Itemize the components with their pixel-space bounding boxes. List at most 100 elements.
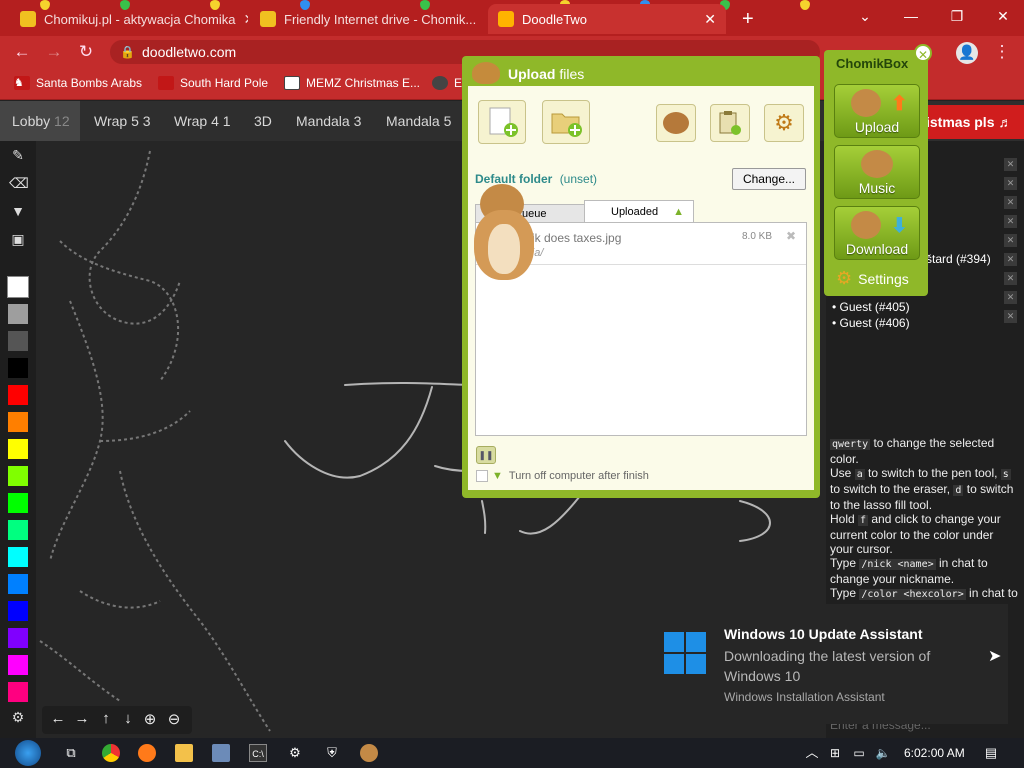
windows-toast-notification[interactable]: Windows 10 Update Assistant Downloading …: [646, 604, 1008, 724]
bookmark-e[interactable]: E: [432, 76, 462, 90]
close-icon[interactable]: ✕: [1004, 215, 1017, 228]
chomikbox-upload-button[interactable]: ⬆ Upload: [834, 84, 920, 138]
start-button[interactable]: [8, 738, 48, 768]
change-folder-button[interactable]: Change...: [732, 168, 806, 190]
pen-tool-icon[interactable]: ✎: [9, 147, 27, 165]
chomikbox-music-button[interactable]: Music: [834, 145, 920, 199]
close-icon[interactable]: ✕: [1004, 310, 1017, 323]
close-icon[interactable]: ✕: [1004, 253, 1017, 266]
file-explorer-icon[interactable]: [175, 744, 193, 762]
settings-gear-button[interactable]: ⚙: [764, 104, 804, 142]
browser-tab-doodletwo[interactable]: DoodleTwo ✕: [488, 4, 726, 34]
shield-icon[interactable]: ⛨: [323, 744, 341, 762]
chomik-profile-button[interactable]: [656, 104, 696, 142]
close-icon[interactable]: ✕: [914, 44, 932, 62]
color-swatch[interactable]: [8, 358, 28, 378]
network-icon[interactable]: ▭: [850, 744, 868, 762]
browser-tab-friendly-internet-drive[interactable]: Friendly Internet drive - Chomik... ✕: [250, 4, 486, 34]
color-swatch[interactable]: [8, 547, 28, 567]
clock[interactable]: 6:02:00 AM: [904, 746, 965, 760]
user-list-item[interactable]: štard (#394): [926, 252, 991, 266]
chomikbox-settings-button[interactable]: ⚙ Settings: [836, 268, 909, 289]
chomikbox-tray-icon[interactable]: [360, 744, 378, 762]
color-swatch[interactable]: [8, 628, 28, 648]
color-swatch[interactable]: [8, 655, 28, 675]
zoom-in-icon[interactable]: ⊕: [140, 710, 160, 730]
kebab-menu-icon[interactable]: ⋮: [992, 42, 1012, 62]
room-tab-wrap-4[interactable]: Wrap 4 1: [174, 113, 231, 129]
color-swatch[interactable]: [8, 412, 28, 432]
color-swatch[interactable]: [8, 385, 28, 405]
new-tab-button[interactable]: +: [732, 4, 762, 34]
tab-search-button[interactable]: ⌄: [842, 0, 888, 32]
remote-desktop-icon[interactable]: [212, 744, 230, 762]
color-swatch[interactable]: [8, 331, 28, 351]
room-tab-mandala-5[interactable]: Mandala 5: [386, 113, 451, 129]
christmas-banner[interactable]: istmas pls ♬: [920, 105, 1024, 139]
zoom-out-icon[interactable]: ⊖: [164, 710, 184, 730]
color-swatch[interactable]: [8, 304, 28, 324]
room-tab-wrap-5[interactable]: Wrap 5 3: [94, 113, 151, 129]
fill-bucket-icon[interactable]: ▼: [9, 203, 27, 221]
close-tab-icon[interactable]: ✕: [235, 11, 248, 28]
minimize-button[interactable]: —: [888, 0, 934, 32]
add-file-button[interactable]: [478, 100, 526, 144]
gear-icon[interactable]: ⚙: [9, 709, 27, 727]
close-tab-icon[interactable]: ✕: [476, 11, 486, 28]
pan-right-icon[interactable]: →: [72, 710, 92, 730]
task-view-icon[interactable]: ⧉: [62, 744, 80, 762]
windows-update-tray-icon[interactable]: ⊞: [826, 744, 844, 762]
close-icon[interactable]: ✕: [1004, 196, 1017, 209]
add-folder-button[interactable]: [542, 100, 590, 144]
user-list-item[interactable]: • Guest (#406): [832, 316, 910, 330]
color-swatch[interactable]: [8, 520, 28, 540]
restore-button[interactable]: ❐: [934, 0, 980, 32]
firefox-icon[interactable]: [138, 744, 156, 762]
gear-icon[interactable]: ⚙: [286, 744, 304, 762]
close-icon[interactable]: ✕: [1004, 234, 1017, 247]
back-arrow-icon[interactable]: ←: [12, 42, 32, 62]
action-center-icon[interactable]: ▤: [982, 744, 1000, 762]
bookmark-santa-bombs-arabs[interactable]: ♞ Santa Bombs Arabs: [14, 76, 142, 90]
user-list-item[interactable]: • Guest (#405): [832, 300, 910, 314]
camera-icon[interactable]: ▣: [9, 231, 27, 249]
clipboard-add-button[interactable]: [710, 104, 750, 142]
bookmark-south-hard-pole[interactable]: South Hard Pole: [158, 76, 268, 90]
remove-file-icon[interactable]: ✖: [786, 229, 796, 243]
eraser-tool-icon[interactable]: ⌫: [9, 175, 29, 193]
close-icon[interactable]: ✕: [1004, 291, 1017, 304]
chrome-icon[interactable]: [102, 744, 120, 762]
close-icon[interactable]: ✕: [1004, 272, 1017, 285]
close-icon[interactable]: ✕: [1004, 177, 1017, 190]
lock-icon[interactable]: 🔒: [120, 40, 135, 64]
color-swatch[interactable]: [8, 493, 28, 513]
color-swatch[interactable]: [8, 466, 28, 486]
close-tab-icon[interactable]: ✕: [696, 11, 716, 28]
color-swatch[interactable]: [8, 439, 28, 459]
color-swatch[interactable]: [8, 601, 28, 621]
forward-arrow-icon[interactable]: →: [44, 42, 64, 62]
pan-down-icon[interactable]: ↓: [118, 710, 138, 730]
pan-up-icon[interactable]: ↑: [96, 710, 116, 730]
pause-button[interactable]: ❚❚: [476, 446, 496, 464]
command-prompt-icon[interactable]: C:\: [249, 744, 267, 762]
room-tab-mandala[interactable]: Mandala 3: [296, 113, 361, 129]
room-tab-lobby[interactable]: Lobby 12: [12, 113, 70, 129]
room-tab-3d[interactable]: 3D: [254, 113, 272, 129]
tab-uploaded[interactable]: Uploaded ▲: [584, 200, 694, 224]
chomikbox-download-button[interactable]: ⬇ Download: [834, 206, 920, 260]
bookmark-memz-christmas[interactable]: MEMZ Christmas E...: [284, 76, 420, 90]
reload-icon[interactable]: ↻: [76, 42, 96, 62]
color-swatch[interactable]: [8, 682, 28, 702]
volume-icon[interactable]: 🔈: [874, 744, 892, 762]
close-window-button[interactable]: ✕: [980, 0, 1024, 32]
shutdown-checkbox[interactable]: [476, 470, 488, 482]
chevron-up-icon[interactable]: ︿: [803, 744, 821, 762]
browser-tab-chomikuj-activation[interactable]: Chomikuj.pl - aktywacja Chomika ✕: [10, 4, 248, 34]
shutdown-option[interactable]: ▼ Turn off computer after finish: [476, 470, 649, 482]
pan-left-icon[interactable]: ←: [48, 710, 68, 730]
profile-avatar-icon[interactable]: 👤: [956, 42, 978, 64]
color-swatch[interactable]: [8, 574, 28, 594]
color-swatch[interactable]: [7, 276, 29, 298]
close-icon[interactable]: ✕: [1004, 158, 1017, 171]
